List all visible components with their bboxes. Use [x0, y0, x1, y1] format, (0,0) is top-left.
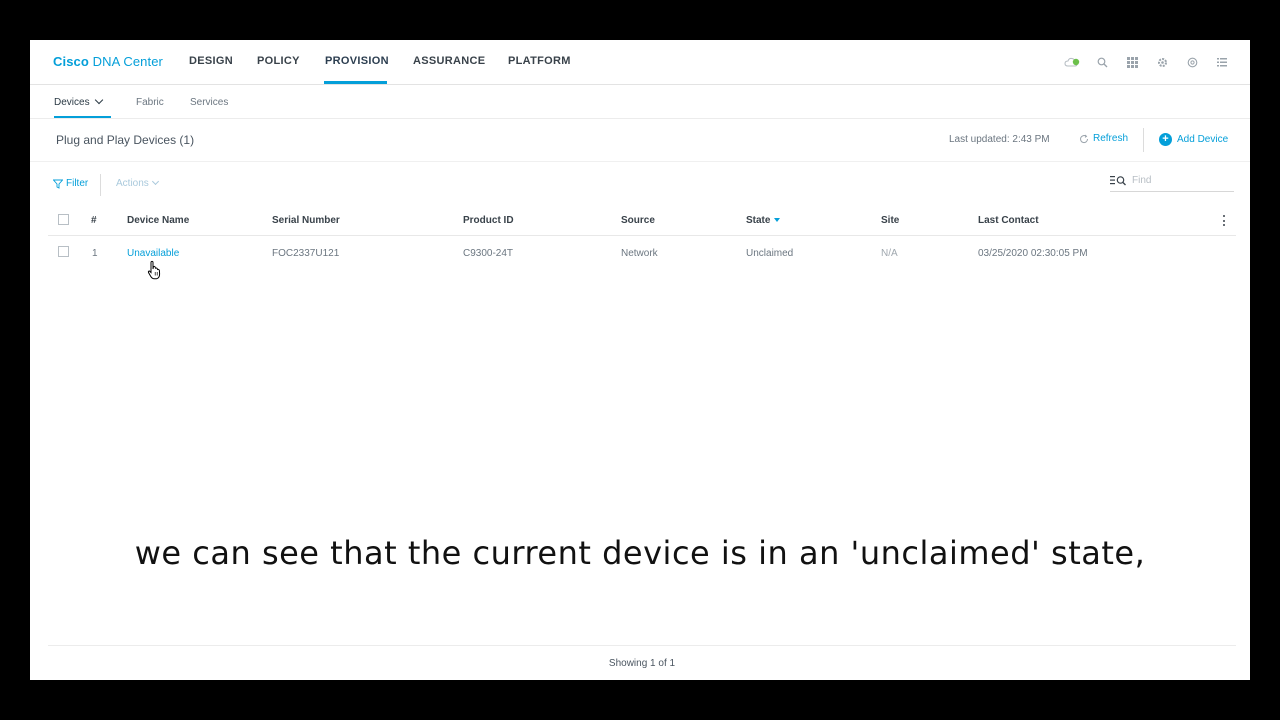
app-window: Cisco DNA Center DESIGN POLICY PROVISION… — [30, 40, 1250, 680]
subnav-devices-label: Devices — [54, 97, 90, 108]
filter-icon — [53, 179, 63, 189]
table-row: 1 Unavailable FOC2337U121 C9300-24T Netw… — [48, 236, 1236, 268]
col-last-contact[interactable]: Last Contact — [978, 215, 1039, 226]
source-cell: Network — [621, 248, 658, 259]
subnav-fabric[interactable]: Fabric — [136, 97, 164, 108]
top-navigation: Cisco DNA Center DESIGN POLICY PROVISION… — [30, 40, 1250, 85]
row-index: 1 — [92, 248, 98, 259]
col-site[interactable]: Site — [881, 215, 899, 226]
search-icon[interactable] — [1094, 54, 1110, 70]
last-updated-text: Last updated: 2:43 PM — [949, 134, 1050, 145]
select-all-checkbox[interactable] — [58, 214, 69, 225]
actions-label: Actions — [116, 178, 149, 189]
last-contact-cell: 03/25/2020 02:30:05 PM — [978, 248, 1088, 259]
chevron-down-icon — [151, 177, 159, 186]
find-box — [1110, 170, 1234, 192]
subnav-services[interactable]: Services — [190, 97, 228, 108]
col-index: # — [91, 215, 97, 226]
pagination-summary: Showing 1 of 1 — [608, 658, 676, 669]
serial-number-cell: FOC2337U121 — [272, 248, 340, 259]
page-title: Plug and Play Devices (1) — [56, 133, 195, 147]
brand-bold: Cisco — [53, 54, 89, 69]
devices-table: # Device Name Serial Number Product ID S… — [48, 204, 1236, 268]
sub-navigation: Devices Fabric Services — [30, 86, 1250, 119]
col-product-id[interactable]: Product ID — [463, 215, 514, 226]
page-header: Plug and Play Devices (1) Last updated: … — [30, 120, 1250, 162]
filter-label: Filter — [66, 178, 89, 189]
sort-desc-icon — [774, 218, 781, 222]
menu-icon[interactable] — [1214, 54, 1230, 70]
toolbar-divider — [100, 174, 101, 196]
refresh-label: Refresh — [1093, 133, 1129, 144]
col-state-label: State — [746, 215, 771, 226]
cloud-status-icon[interactable] — [1064, 54, 1080, 70]
add-device-button[interactable]: + Add Device — [1159, 133, 1228, 146]
refresh-icon — [1080, 134, 1089, 143]
column-settings-icon[interactable] — [1223, 215, 1226, 226]
filter-button[interactable]: Filter — [53, 178, 88, 189]
add-device-label: Add Device — [1177, 134, 1229, 145]
col-device-name[interactable]: Device Name — [127, 215, 189, 226]
col-serial-number[interactable]: Serial Number — [272, 215, 340, 226]
add-circle-icon: + — [1159, 133, 1172, 146]
nav-platform[interactable]: PLATFORM — [508, 55, 571, 67]
subnav-devices[interactable]: Devices — [54, 95, 103, 108]
site-cell: N/A — [881, 248, 898, 259]
top-icons — [1064, 54, 1230, 70]
gear-icon[interactable] — [1154, 54, 1170, 70]
nav-active-indicator — [324, 81, 387, 84]
refresh-button[interactable]: Refresh — [1079, 133, 1128, 144]
chevron-down-icon — [94, 95, 103, 105]
find-input[interactable] — [1132, 175, 1222, 186]
header-divider — [1143, 128, 1144, 152]
device-name-link[interactable]: Unavailable — [127, 248, 179, 259]
nav-design[interactable]: DESIGN — [189, 55, 233, 67]
table-toolbar: Filter Actions — [30, 162, 1250, 206]
subnav-active-indicator — [54, 116, 111, 118]
apps-grid-icon[interactable] — [1124, 54, 1140, 70]
table-footer: Showing 1 of 1 — [48, 645, 1236, 680]
nav-policy[interactable]: POLICY — [257, 55, 300, 67]
video-caption: we can see that the current device is in… — [134, 534, 1146, 572]
product-id-cell: C9300-24T — [463, 248, 514, 259]
row-checkbox[interactable] — [58, 246, 69, 257]
brand-light: DNA Center — [92, 54, 163, 69]
hand-cursor-icon — [147, 260, 163, 285]
nav-assurance[interactable]: ASSURANCE — [413, 55, 485, 67]
find-search-icon — [1110, 176, 1126, 186]
brand-logo[interactable]: Cisco DNA Center — [53, 54, 163, 69]
help-icon[interactable] — [1184, 54, 1200, 70]
actions-dropdown[interactable]: Actions — [116, 177, 159, 189]
col-source[interactable]: Source — [621, 215, 655, 226]
state-cell: Unclaimed — [746, 248, 794, 259]
col-state[interactable]: State — [746, 215, 781, 226]
nav-provision[interactable]: PROVISION — [325, 55, 389, 67]
table-header: # Device Name Serial Number Product ID S… — [48, 204, 1236, 236]
